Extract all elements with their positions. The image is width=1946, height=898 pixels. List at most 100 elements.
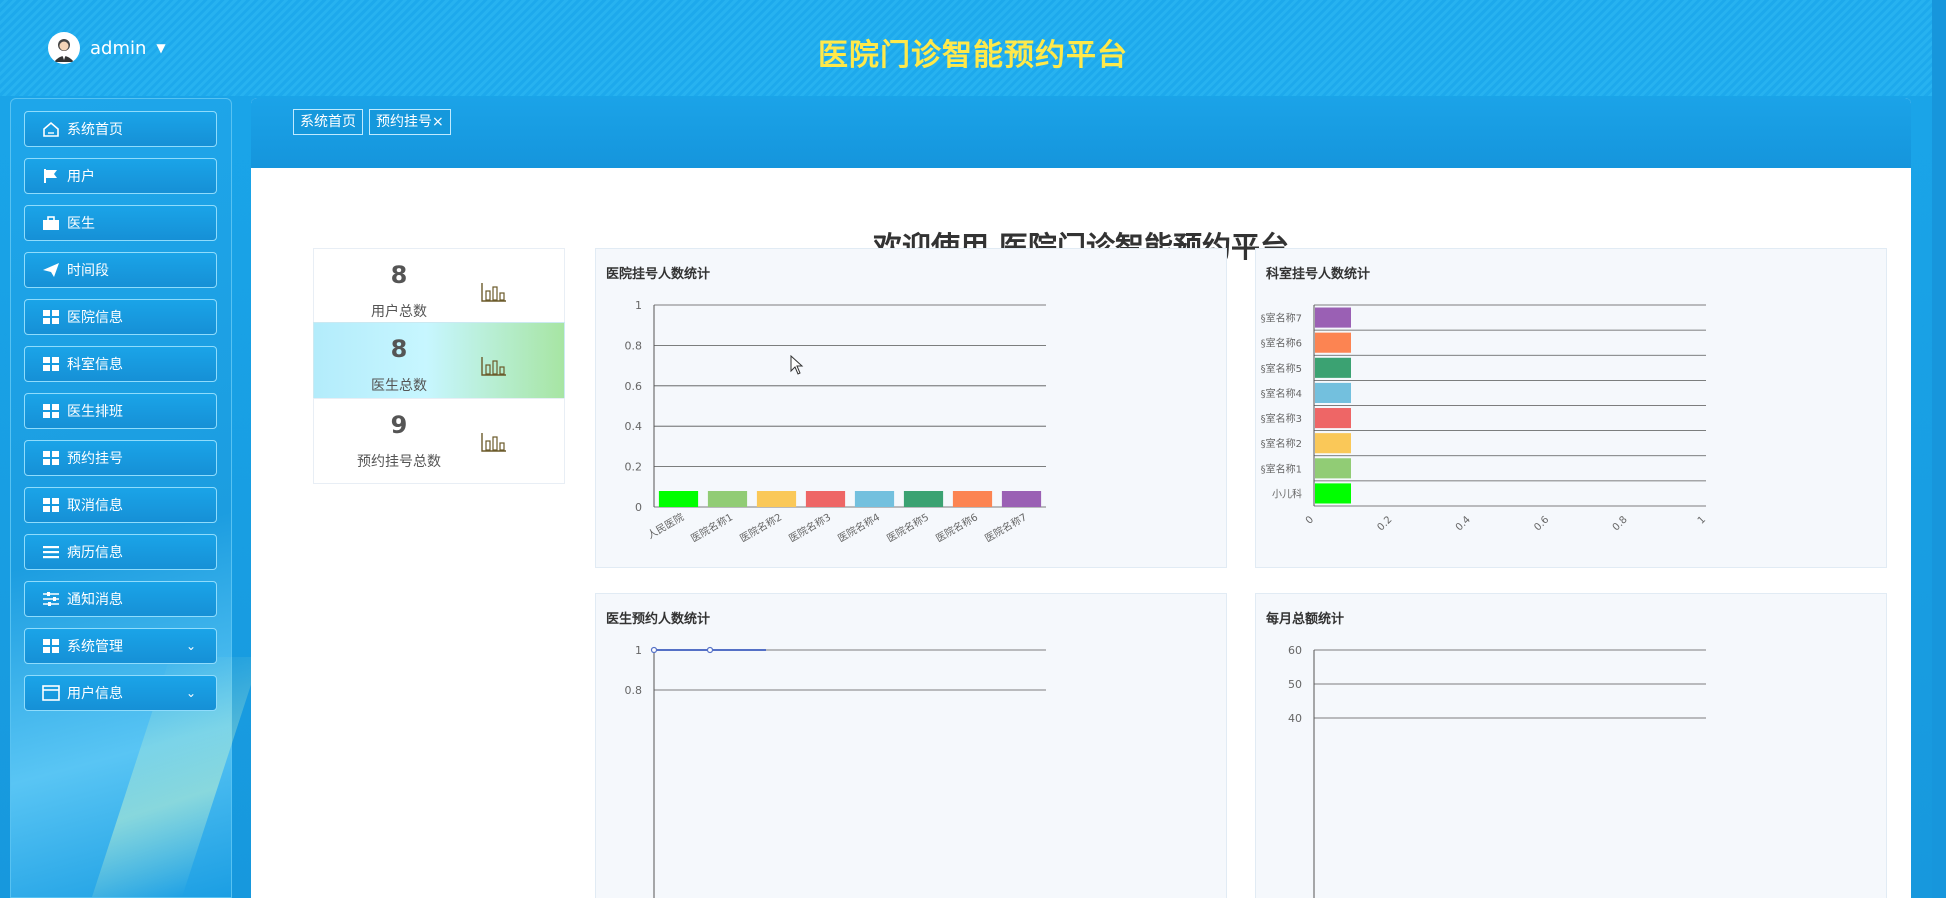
flag-icon [41,167,61,185]
y-tick-label: 1 [635,644,642,657]
chart-panel-doctor: 医生预约人数统计 1 0.8 [595,593,1227,898]
site-title: 医院门诊智能预约平台 [818,38,1128,73]
y-tick-label: §室名称2 [1261,437,1302,450]
main-panel: 系统首页 预约挂号× 欢迎使用 医院门诊智能预约平台 8 用户总数 8 医生总数… [251,98,1911,898]
bar [756,491,797,507]
x-tick-label: 人民医院 [645,510,686,541]
sidebar-item-4[interactable]: 医院信息 [24,299,217,335]
sidebar-item-7[interactable]: 预约挂号 [24,440,217,476]
x-tick-label: 医院名称6 [933,510,980,544]
sidebar-item-label: 通知消息 [67,592,123,608]
sidebar-item-label: 时间段 [67,263,109,279]
x-tick-label: 医院名称3 [786,510,833,544]
y-tick-label: 1 [635,299,642,312]
y-tick-label: 40 [1288,712,1302,725]
x-tick-label: 医院名称4 [835,510,882,544]
x-tick-label: 医院名称1 [688,510,735,544]
bar [1315,458,1351,479]
sidebar-item-6[interactable]: 医生排班 [24,393,217,429]
data-point [706,646,714,654]
chart-panel-department: 科室挂号人数统计 小儿科 §室名称1 §室名称2 §室名称3 §室名称4 §室名称5 §室名… [1255,248,1887,568]
sidebar-item-label: 系统管理 [67,639,123,655]
sidebar-item-label: 用户 [67,169,95,185]
bar [854,491,895,507]
stat-card-appointments: 9 预约挂号总数 [313,398,565,484]
x-tick-label: 医院名称2 [737,510,784,544]
bar [1315,433,1351,454]
x-tick-label: 1 [1696,514,1708,526]
doctor-line-chart: 10.8 [625,644,1046,898]
stat-value: 8 [390,335,408,363]
stat-value: 9 [390,411,408,439]
bar [658,491,699,507]
sliders-icon [41,590,61,608]
y-tick-label: §室名称5 [1261,362,1302,375]
department-bar-chart: 小儿科 §室名称1 §室名称2 §室名称3 §室名称4 §室名称5 §室名称6 §室名称7 0 0… [1261,304,1708,533]
stat-label: 医生总数 [371,378,427,394]
x-tick-label: 0.6 [1532,514,1551,533]
x-tick-label: 0 [1304,514,1316,526]
chart-panel-hospital: 医院挂号人数统计 0 0.2 0.4 0.6 0.8 1 人民医院 医院名称1 医院名称2 医院名… [595,248,1227,568]
bar [903,491,944,507]
bar-chart-icon [481,283,506,302]
sidebar-item-9[interactable]: 病历信息 [24,534,217,570]
hospital-bar-chart: 00.20.40.60.81人民医院 医院名称1 医院名称2 医院名称3 医院名称4 医院… [625,299,1046,545]
stat-label: 用户总数 [371,304,427,320]
x-tick-label: 0.8 [1611,514,1630,533]
sidebar-item-5[interactable]: 科室信息 [24,346,217,382]
sidebar-item-0[interactable]: 系统首页 [24,111,217,147]
bar-chart-icon [481,357,506,376]
mouse-cursor-icon [790,355,804,375]
grid-icon [41,355,61,373]
bar [1001,491,1042,507]
sidebar-item-12[interactable]: 用户信息 ⌄ [24,675,217,711]
sidebar-item-3[interactable]: 时间段 [24,252,217,288]
sidebar-item-label: 医生排班 [67,404,123,420]
bar [1315,357,1351,378]
y-tick-label: §室名称4 [1261,387,1302,400]
bar [1315,382,1351,403]
briefcase-icon [41,214,61,232]
sidebar: 系统首页用户医生时间段医院信息科室信息医生排班预约挂号取消信息病历信息通知消息系… [10,98,232,898]
x-tick-label: 0.4 [1454,514,1473,533]
chart-panel-monthly: 每月总额统计 60 50 40 [1255,593,1887,898]
sidebar-item-label: 预约挂号 [67,451,123,467]
bar-chart-icon [481,433,506,452]
sidebar-item-2[interactable]: 医生 [24,205,217,241]
grid-icon [41,496,61,514]
grid-icon [41,449,61,467]
sidebar-item-1[interactable]: 用户 [24,158,217,194]
y-tick-label: 0.2 [625,461,643,474]
chevron-down-icon: ⌄ [185,686,196,700]
sidebar-item-11[interactable]: 系统管理 ⌄ [24,628,217,664]
y-tick-label: §室名称3 [1261,412,1302,425]
bar [1315,332,1351,353]
sidebar-item-label: 取消信息 [67,498,123,514]
y-tick-label: §室名称1 [1261,462,1302,475]
list-icon [41,543,61,561]
y-tick-label: 小儿科 [1272,487,1302,500]
sidebar-nav: 系统首页用户医生时间段医院信息科室信息医生排班预约挂号取消信息病历信息通知消息系… [11,99,231,711]
home-icon [41,120,61,138]
y-tick-label: 0.6 [625,380,643,393]
sidebar-item-label: 医院信息 [67,310,123,326]
scrollbar[interactable] [1932,0,1946,898]
top-header: admin ▼ 医院门诊智能预约平台 [0,0,1946,96]
sidebar-item-label: 病历信息 [67,545,123,561]
sidebar-item-10[interactable]: 通知消息 [24,581,217,617]
y-tick-label: 0.8 [625,684,643,697]
bar [1315,408,1351,429]
data-point [650,646,658,654]
y-tick-label: 0.8 [625,339,643,352]
sidebar-item-label: 医生 [67,216,95,232]
grid-icon [41,637,61,655]
y-tick-label: 50 [1288,678,1302,691]
stat-card-doctors: 8 医生总数 [313,322,565,408]
sidebar-item-label: 系统首页 [67,122,123,138]
y-tick-label: 0 [635,501,642,514]
tab-home[interactable]: 系统首页 [293,109,363,135]
sidebar-item-8[interactable]: 取消信息 [24,487,217,523]
tab-appointment[interactable]: 预约挂号× [369,109,451,135]
stat-label: 预约挂号总数 [357,454,441,470]
paper-plane-icon [41,261,61,279]
